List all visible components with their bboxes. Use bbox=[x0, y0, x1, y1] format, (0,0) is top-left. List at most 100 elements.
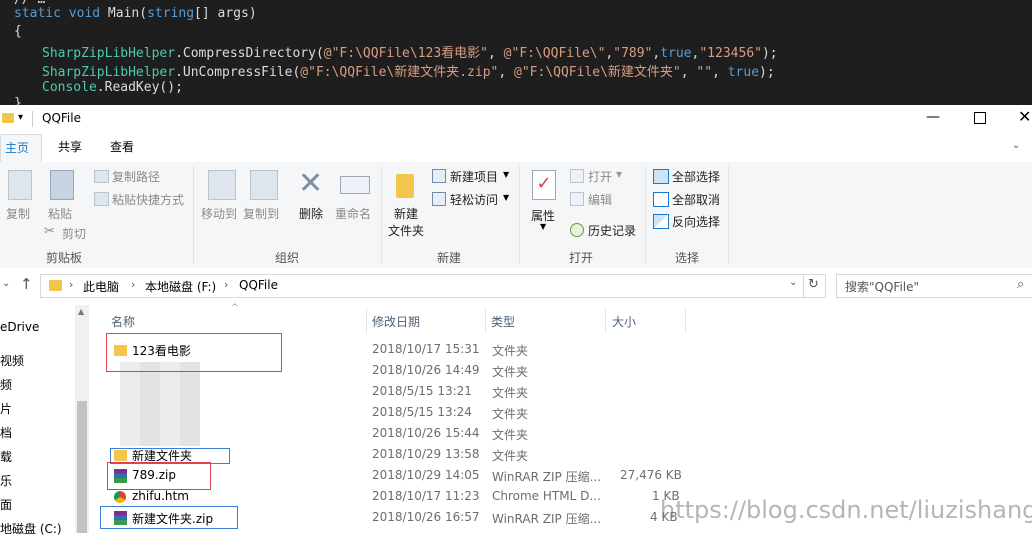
column-divider[interactable] bbox=[485, 308, 486, 333]
file-date: 2018/10/26 14:49 bbox=[372, 363, 480, 377]
invert-selection-button[interactable]: 反向选择 bbox=[672, 213, 720, 230]
chevron-right-icon: › bbox=[69, 278, 74, 291]
nav-item-drive-c[interactable]: 地磁盘 (C:) bbox=[0, 520, 62, 537]
nav-item-music[interactable]: 乐 bbox=[0, 472, 12, 489]
column-size[interactable]: 大小 bbox=[612, 313, 636, 330]
new-folder-label-1[interactable]: 新建 bbox=[394, 205, 418, 222]
nav-scrollbar[interactable]: ▲ bbox=[75, 305, 89, 533]
chevron-down-icon: ▼ bbox=[503, 170, 510, 179]
address-row: ⌄ ↑ › 此电脑 › 本地磁盘 (F:) › QQFile ⌄ ↻ 搜索"QQ… bbox=[0, 268, 1032, 304]
chevron-down-icon[interactable]: ⌄ bbox=[789, 277, 797, 288]
file-row[interactable]: 789.zip 2018/10/29 14:05 WinRAR ZIP 压缩..… bbox=[100, 466, 1000, 487]
nav-item-onedrive[interactable]: eDrive bbox=[0, 320, 39, 334]
breadcrumb-drive[interactable]: 本地磁盘 (F:) bbox=[145, 278, 216, 295]
invert-selection-icon bbox=[653, 214, 669, 229]
ribbon-collapse-icon[interactable]: ⌄ bbox=[1012, 140, 1020, 151]
breadcrumb-this-pc[interactable]: 此电脑 bbox=[83, 278, 119, 295]
scroll-thumb[interactable] bbox=[77, 401, 87, 533]
highlight-box-blue bbox=[100, 506, 238, 529]
folder-icon bbox=[49, 280, 62, 291]
select-all-icon bbox=[653, 169, 669, 184]
group-new-label: 新建 bbox=[437, 251, 462, 265]
rename-icon bbox=[340, 176, 370, 194]
column-divider[interactable] bbox=[685, 308, 686, 333]
column-modified[interactable]: 修改日期 bbox=[372, 313, 420, 330]
file-name: zhifu.htm bbox=[132, 489, 189, 503]
copy-to-button[interactable]: 复制到 bbox=[243, 205, 279, 222]
copy-to-icon bbox=[250, 170, 278, 200]
file-type: Chrome HTML D... bbox=[492, 489, 601, 503]
file-date: 2018/10/26 16:57 bbox=[372, 510, 480, 524]
file-date: 2018/10/29 14:05 bbox=[372, 468, 480, 482]
nav-item-downloads[interactable]: 载 bbox=[0, 448, 12, 465]
code-line-4: SharpZipLibHelper.UnCompressFile(@"F:\QQ… bbox=[42, 65, 775, 80]
file-type: 文件夹 bbox=[492, 407, 529, 421]
delete-button[interactable]: 删除 bbox=[299, 205, 323, 222]
scroll-up-icon[interactable]: ▲ bbox=[78, 307, 84, 316]
minimize-button[interactable]: — bbox=[918, 109, 948, 129]
select-all-button[interactable]: 全部选择 bbox=[672, 168, 720, 185]
column-divider[interactable] bbox=[366, 308, 367, 333]
nav-item-documents[interactable]: 档 bbox=[0, 424, 12, 441]
nav-item-2[interactable]: 频 bbox=[0, 376, 12, 393]
chevron-down-icon: ▼ bbox=[616, 170, 623, 179]
paste-shortcut-button[interactable]: 粘贴快捷方式 bbox=[112, 191, 184, 208]
search-placeholder: 搜索"QQFile" bbox=[845, 280, 920, 294]
folder-icon bbox=[2, 113, 14, 123]
chevron-down-icon[interactable]: ⌄ bbox=[2, 278, 10, 289]
open-button[interactable]: 打开 bbox=[588, 168, 612, 185]
file-row[interactable]: 新建文件夹 2018/10/29 13:58 文件夹 bbox=[100, 445, 1000, 466]
file-row[interactable]: 2018/10/26 15:44 文件夹 bbox=[100, 424, 1000, 445]
search-icon: ⌕ bbox=[1017, 277, 1025, 292]
code-line-3: SharpZipLibHelper.CompressDirectory(@"F:… bbox=[42, 46, 778, 61]
title-bar: ▾ QQFile — ✕ bbox=[0, 105, 1032, 134]
nav-item-pictures[interactable]: 片 bbox=[0, 400, 12, 417]
address-bar[interactable]: › 此电脑 › 本地磁盘 (F:) › QQFile ⌄ ↻ bbox=[40, 274, 826, 298]
file-row[interactable]: 2018/5/15 13:24 文件夹 bbox=[100, 403, 1000, 424]
easy-access-icon bbox=[432, 192, 446, 206]
history-button[interactable]: 历史记录 bbox=[588, 222, 636, 239]
tab-view[interactable]: 查看 bbox=[106, 134, 138, 161]
new-item-button[interactable]: 新建项目 bbox=[450, 168, 498, 185]
new-folder-label-2[interactable]: 文件夹 bbox=[388, 222, 424, 239]
redacted-area bbox=[120, 362, 200, 446]
breadcrumb-qqfile[interactable]: QQFile bbox=[239, 278, 278, 292]
column-type[interactable]: 类型 bbox=[491, 313, 515, 330]
group-divider bbox=[728, 166, 729, 264]
column-divider[interactable] bbox=[605, 308, 606, 333]
code-editor: // … static void Main(string[] args) { S… bbox=[0, 0, 1032, 105]
move-to-button[interactable]: 移动到 bbox=[201, 205, 237, 222]
easy-access-button[interactable]: 轻松访问 bbox=[450, 191, 498, 208]
copy-path-button[interactable]: 复制路径 bbox=[112, 168, 160, 185]
file-size: 27,476 KB bbox=[620, 468, 682, 482]
maximize-button[interactable] bbox=[974, 112, 986, 124]
history-icon bbox=[570, 223, 584, 237]
nav-item-videos[interactable]: 视频 bbox=[0, 352, 24, 369]
group-divider bbox=[645, 166, 646, 264]
up-button[interactable]: ↑ bbox=[20, 275, 33, 293]
tab-share[interactable]: 共享 bbox=[54, 134, 86, 161]
chevron-down-icon: ▼ bbox=[503, 193, 510, 202]
chevron-right-icon: › bbox=[131, 278, 136, 291]
chrome-html-icon bbox=[114, 491, 126, 503]
column-name[interactable]: 名称 bbox=[111, 313, 135, 330]
chevron-down-icon: ▼ bbox=[540, 222, 547, 231]
close-button[interactable]: ✕ bbox=[1018, 107, 1031, 126]
file-row[interactable]: 2018/5/15 13:21 文件夹 bbox=[100, 382, 1000, 403]
select-none-button[interactable]: 全部取消 bbox=[672, 191, 720, 208]
cut-button[interactable]: 剪切 bbox=[62, 225, 86, 242]
paste-button[interactable]: 粘贴 bbox=[48, 205, 72, 222]
file-type: 文件夹 bbox=[492, 428, 529, 442]
delete-icon: ✕ bbox=[298, 166, 324, 201]
qat-dropdown-icon[interactable]: ▾ bbox=[18, 112, 23, 123]
file-date: 2018/5/15 13:21 bbox=[372, 384, 472, 398]
nav-item-desktop[interactable]: 面 bbox=[0, 496, 12, 513]
refresh-icon[interactable]: ↻ bbox=[808, 277, 819, 292]
copy-button[interactable]: 复制 bbox=[6, 205, 30, 222]
edit-button[interactable]: 编辑 bbox=[588, 191, 612, 208]
rename-button[interactable]: 重命名 bbox=[335, 205, 371, 222]
divider bbox=[803, 275, 804, 297]
search-input[interactable]: 搜索"QQFile" ⌕ bbox=[836, 274, 1032, 298]
file-date: 2018/10/26 15:44 bbox=[372, 426, 480, 440]
tab-home[interactable]: 主页 bbox=[0, 134, 42, 163]
